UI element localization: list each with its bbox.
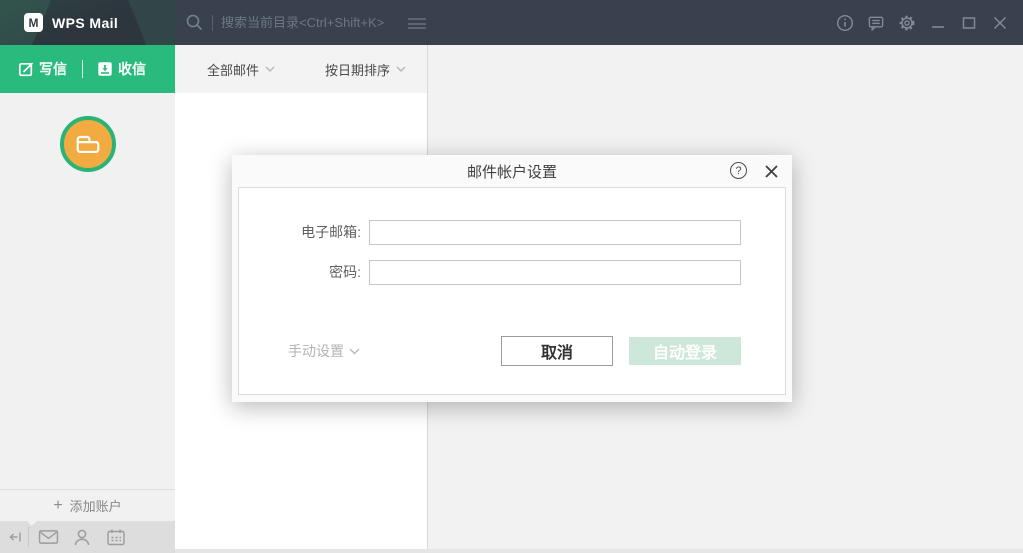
mail-list-header: 全部邮件 按日期排序 bbox=[175, 45, 427, 93]
close-window-icon[interactable] bbox=[991, 14, 1009, 32]
toolbar-divider bbox=[82, 60, 83, 78]
calendar-tab-icon[interactable] bbox=[99, 528, 133, 546]
logo-block: M WPS Mail bbox=[0, 0, 175, 45]
compose-toolbar: 写信 收信 bbox=[0, 45, 175, 93]
filter-dropdown[interactable]: 全部邮件 bbox=[207, 60, 275, 79]
collapse-sidebar-icon[interactable] bbox=[4, 530, 26, 544]
feedback-bubble-icon[interactable] bbox=[867, 14, 885, 32]
dialog-close-icon[interactable] bbox=[763, 163, 779, 179]
sidebar bbox=[0, 93, 175, 489]
bottom-tab-bar bbox=[0, 521, 175, 553]
chevron-down-icon bbox=[349, 348, 360, 355]
search-icon bbox=[185, 13, 204, 32]
search-area bbox=[185, 13, 406, 32]
cancel-button[interactable]: 取消 bbox=[501, 336, 613, 366]
inbox-arrow-icon bbox=[97, 61, 113, 77]
search-input[interactable] bbox=[221, 15, 406, 30]
add-account-button[interactable]: + 添加账户 bbox=[0, 489, 175, 521]
gear-icon[interactable] bbox=[898, 14, 916, 32]
maximize-icon[interactable] bbox=[960, 14, 978, 32]
password-label: 密码: bbox=[239, 260, 361, 285]
wps-mail-window: M WPS Mail bbox=[0, 0, 1023, 553]
receive-label: 收信 bbox=[118, 59, 146, 79]
email-label: 电子邮箱: bbox=[239, 220, 361, 245]
email-field[interactable] bbox=[369, 220, 741, 245]
compose-label: 写信 bbox=[39, 59, 67, 79]
manual-settings-label: 手动设置 bbox=[288, 341, 344, 361]
mail-account-settings-dialog: 邮件帐户设置 ? 电子邮箱: 密码: 手动设置 取消 自动登录 bbox=[232, 155, 792, 402]
auto-login-button[interactable]: 自动登录 bbox=[629, 337, 741, 365]
sort-label: 按日期排序 bbox=[325, 60, 390, 79]
window-bottom-edge bbox=[175, 549, 1023, 553]
topbar-right-icons bbox=[836, 0, 1009, 45]
topbar: M WPS Mail bbox=[0, 0, 1023, 45]
minimize-icon[interactable] bbox=[929, 14, 947, 32]
dialog-body: 电子邮箱: 密码: 手动设置 取消 自动登录 bbox=[238, 187, 786, 395]
pencil-square-icon bbox=[18, 61, 34, 77]
wps-mail-logo-icon: M bbox=[24, 13, 43, 32]
plus-icon: + bbox=[53, 498, 62, 514]
dialog-title: 邮件帐户设置 bbox=[467, 161, 557, 182]
bottom-bar-divider bbox=[28, 527, 29, 547]
app-name: WPS Mail bbox=[52, 15, 118, 31]
info-icon[interactable] bbox=[836, 14, 854, 32]
password-field[interactable] bbox=[369, 260, 741, 285]
chevron-down-icon bbox=[396, 66, 406, 72]
compose-button[interactable]: 写信 bbox=[18, 59, 67, 79]
sort-dropdown[interactable]: 按日期排序 bbox=[325, 60, 406, 79]
help-icon[interactable]: ? bbox=[730, 162, 747, 179]
active-tab-notch bbox=[27, 521, 37, 526]
add-account-label: 添加账户 bbox=[70, 496, 122, 515]
manual-settings-dropdown[interactable]: 手动设置 bbox=[288, 341, 360, 361]
search-separator bbox=[212, 15, 213, 31]
hamburger-menu-icon[interactable] bbox=[408, 18, 426, 32]
contacts-tab-icon[interactable] bbox=[65, 528, 99, 546]
chevron-down-icon bbox=[265, 66, 275, 72]
dialog-titlebar: 邮件帐户设置 ? bbox=[232, 155, 792, 187]
receive-button[interactable]: 收信 bbox=[97, 59, 146, 79]
account-folder-icon[interactable] bbox=[60, 116, 116, 172]
mail-tab-icon[interactable] bbox=[31, 529, 65, 545]
filter-label: 全部邮件 bbox=[207, 60, 259, 79]
